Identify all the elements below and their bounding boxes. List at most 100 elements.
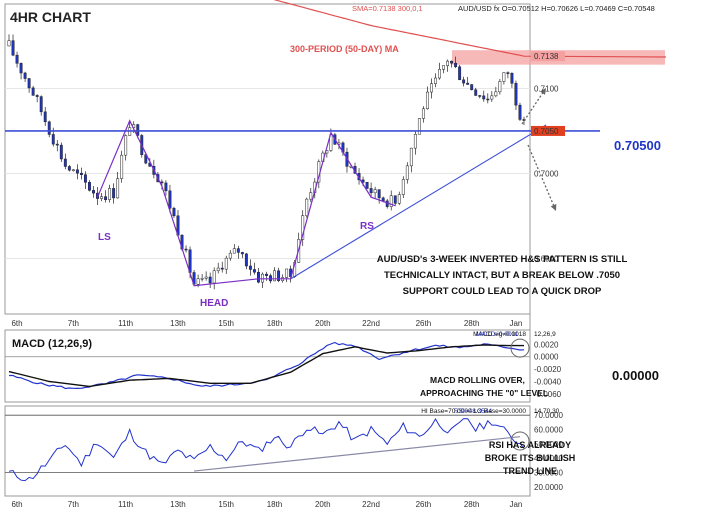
candle-body [466,82,470,85]
candle-body [425,91,429,110]
candle-body [478,95,482,97]
candle-body [482,95,486,100]
candle-body [160,181,164,184]
rs-label: RS [360,221,374,232]
candle-body [373,189,377,194]
macd-info-b: MACD sig=0.0018 [473,331,526,338]
x-tick-label-bottom: 28th [464,500,480,509]
rsi-note-line-1: RSI HAS ALREADY [489,440,571,450]
candle-body [51,134,55,145]
x-tick-label-top: 28th [464,319,480,328]
candle-body [55,143,59,146]
candle-body [83,174,87,183]
price-tick-label: 0.7000 [534,169,559,178]
candle-body [112,188,116,199]
candle-body [409,147,413,167]
macd-info-c: 12,26,9 [534,331,556,338]
macd-tick-label: 0.0000 [534,353,559,362]
candle-body [474,89,478,96]
macd-title: MACD (12,26,9) [12,338,92,350]
x-tick-label-bottom: 22nd [362,500,380,509]
candle-body [39,96,43,113]
candle-body [196,278,200,285]
macd-note-line-2: APPROACHING THE "0" LEVEL [420,388,548,398]
candle-body [413,133,417,149]
candle-body [19,63,23,74]
price-ticks: 0.69000.70000.71000.71380.7050 [531,51,565,263]
candle-body [252,269,256,273]
macd-tick-label: -0.0020 [534,365,562,374]
candle-body [369,188,373,194]
candle-body [168,190,172,209]
candle-body [216,267,220,272]
support-price-label: 0.7050 [534,127,559,136]
rsi-info-c: 14,70,30 [534,408,560,415]
candle-body [248,265,252,270]
candle-body [236,248,240,253]
x-tick-label-bottom: 6th [11,500,22,509]
macd-note-line-1: MACD ROLLING OVER, [430,375,525,385]
candle-body [438,69,441,79]
pattern-note-line-3: SUPPORT COULD LEAD TO A QUICK DROP [403,286,602,297]
candle-body [136,124,140,136]
candle-body [442,65,445,70]
candle-body [15,54,19,64]
candle-body [494,91,498,97]
candle-body [7,40,11,47]
candle-body [273,270,276,282]
x-tick-label-top: 6th [11,319,22,328]
sma-info: SMA=0.7138 300,0,1 [352,4,423,13]
candle-body [47,121,51,135]
candle-body [71,169,75,172]
rsi-panel-frame [4,405,531,497]
candle-body [79,172,83,175]
candle-body [502,72,506,82]
candle-body [518,104,522,120]
candle-body [23,72,27,79]
ma-label: 300-PERIOD (50-DAY) MA [290,44,399,54]
ohlc-info: AUD/USD fx O=0.70512 H=0.70626 L=0.70469… [458,4,655,13]
head-label: HEAD [200,298,228,309]
candle-body [309,192,313,200]
x-tick-label-top: 13th [170,319,186,328]
candle-body [430,83,433,93]
rsi-ticks: 70.000060.000050.000040.000030.000020.00… [534,411,563,492]
candle-body [100,196,103,199]
chart-canvas: 0.69000.70000.71000.71380.7050 0.00200.0… [4,0,667,509]
candle-body [458,66,462,81]
x-axis-bottom: 6th 7th 11th 13th 15th 18th 20th 22nd 26th 28th Ja… [11,500,522,509]
chart-title: 4HR CHART [10,9,91,25]
candle-body [305,198,309,216]
x-tick-label-top: 18th [267,319,283,328]
rsi-tick-label: 60.0000 [534,426,563,435]
candle-body [377,189,381,199]
candle-body [490,95,494,100]
candle-body [261,273,264,283]
x-tick-label-bottom: 20th [315,500,331,509]
macd-tick-label: -0.0040 [534,377,562,386]
x-tick-label-bottom: 18th [267,500,283,509]
candle-body [204,276,208,279]
candle-body [67,166,71,171]
rsi-info-b: HI Base=70.0000 LO Base=30.0000 [421,408,526,415]
candle-body [265,273,268,276]
candle-body [506,72,510,74]
candle-body [434,77,437,84]
candle-body [63,158,67,167]
x-tick-label-bottom: 26th [416,500,432,509]
ma-price-label: 0.7138 [534,52,559,61]
rsi-note-line-2: BROKE ITS BULLISH [485,453,576,463]
candle-body [510,72,514,84]
candle-body [224,257,228,270]
candle-body [240,252,244,255]
candle-body [228,252,232,259]
x-tick-label-top: 20th [315,319,331,328]
pattern-note-line-2: TECHNICALLY INTACT, BUT A BREAK BELOW .7… [384,270,620,281]
x-tick-label-top: 22nd [362,319,380,328]
candle-body [393,195,397,204]
candle-body [104,196,108,200]
candle-body [397,194,401,204]
candle-body [470,84,474,91]
candle-body [164,182,168,192]
candle-body [401,179,405,195]
